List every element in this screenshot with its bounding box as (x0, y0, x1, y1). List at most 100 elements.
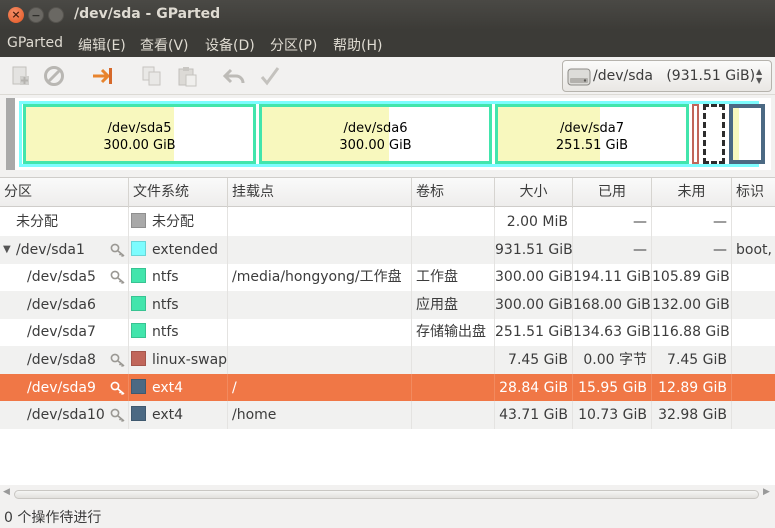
graphic-label-name-sda5: /dev/sda5 (107, 121, 172, 136)
table-row[interactable]: /dev/sda10 ext4/home 43.71 GiB 10.73 GiB 32.… (0, 401, 775, 430)
cell-mount: / (228, 373, 412, 402)
cell-fs: ext4 (129, 401, 228, 430)
partition-name: 未分配 (16, 214, 58, 230)
graphic-unallocated[interactable] (6, 98, 15, 170)
filesystem-name: ntfs (152, 324, 179, 341)
cell-partition: /dev/sda9 (0, 373, 129, 402)
cell-size: 931.51 GiB (495, 235, 573, 264)
delete-icon[interactable] (43, 65, 65, 87)
table-row[interactable]: /dev/sda5 ntfs/media/hongyong/工作盘 工作盘 300.0… (0, 263, 775, 292)
chevron-updown-icon: ▲ ▼ (756, 67, 763, 85)
hard-disk-icon (567, 68, 591, 86)
filesystem-name: ext4 (152, 379, 184, 396)
menu-gparted[interactable]: GParted (7, 35, 63, 51)
graphic-partition-sda7[interactable]: /dev/sda7 251.51 GiB (495, 104, 689, 164)
key-icon (110, 408, 125, 423)
cell-used: 134.63 GiB (573, 318, 652, 347)
table-row[interactable]: 未分配 未分配 2.00 MiB — — (0, 208, 775, 236)
key-icon (110, 270, 125, 285)
maximize-button[interactable] (48, 7, 64, 23)
table-row[interactable]: /dev/sda9 ext4 / 28.84 GiB 15.95 GiB 12.89 Gi… (0, 373, 775, 402)
menu-edit[interactable]: 编辑(E) (78, 35, 126, 55)
menu-device[interactable]: 设备(D) (205, 35, 255, 55)
resize-move-icon[interactable] (92, 65, 114, 87)
column-header-size[interactable]: 大小 (495, 178, 573, 208)
table-row[interactable]: /dev/sda7 ntfs 存储输出盘 251.51 GiB 134.63 GiB 11… (0, 318, 775, 347)
key-icon (110, 353, 125, 367)
cell-fs: extended (129, 235, 228, 264)
cell-label (412, 235, 495, 264)
new-icon[interactable] (9, 65, 31, 87)
undo-icon[interactable] (223, 65, 245, 87)
menu-view[interactable]: 查看(V) (140, 35, 189, 55)
scroll-right-icon[interactable]: ▶ (763, 487, 770, 497)
filesystem-color-swatch (131, 213, 146, 228)
cell-label: 工作盘 (412, 263, 495, 292)
cell-size: 7.45 GiB (495, 346, 573, 374)
column-header-label[interactable]: 卷标 (412, 178, 495, 208)
partition-name: /dev/sda5 (27, 269, 96, 286)
table-row[interactable]: /dev/sda8 linux-swap 7.45 GiB 0.00 字节 7.45 G… (0, 346, 775, 374)
device-selector-label: /dev/sda (931.51 GiB) (593, 68, 755, 84)
device-name: /dev/sda (593, 68, 653, 84)
partition-table: 分区 文件系统 挂载点 卷标 大小 已用 未用 标识 未分配 未分配 2.00 Mi… (0, 177, 775, 485)
used-space-fill-sda10 (733, 108, 739, 160)
filesystem-color-swatch (131, 268, 146, 284)
menu-partition[interactable]: 分区(P) (270, 35, 317, 55)
cell-used: 194.11 GiB (573, 263, 652, 292)
cell-used: 15.95 GiB (573, 373, 652, 402)
paste-icon[interactable] (176, 65, 198, 87)
graphic-partition-sda6[interactable]: /dev/sda6 300.00 GiB (259, 104, 492, 164)
status-text: 0 个操作待进行 (4, 510, 102, 526)
cell-label: 存储输出盘 (412, 318, 495, 347)
menu-help[interactable]: 帮助(H) (333, 35, 382, 55)
graphic-label-name-sda6: /dev/sda6 (343, 121, 408, 136)
scroll-left-icon[interactable]: ◀ (3, 487, 10, 497)
cell-fs: 未分配 (129, 208, 228, 236)
cell-size: 43.71 GiB (495, 401, 573, 430)
column-header-used[interactable]: 已用 (573, 178, 652, 208)
close-button[interactable]: × (8, 7, 24, 23)
scrollbar-thumb[interactable] (14, 490, 759, 499)
cell-size: 28.84 GiB (495, 373, 573, 402)
cell-partition: /dev/sda5 (0, 263, 129, 292)
filesystem-color-swatch (131, 323, 146, 339)
cell-label (412, 346, 495, 374)
graphic-partition-sda5[interactable]: /dev/sda5 300.00 GiB (23, 104, 256, 164)
expander-icon[interactable]: ▼ (3, 236, 11, 264)
column-header-flags[interactable]: 标识 (732, 178, 775, 208)
cell-mount: /home (228, 401, 412, 430)
cell-unused: — (652, 235, 732, 264)
minimize-button[interactable]: − (28, 7, 44, 23)
cell-unused: 105.89 GiB (652, 263, 732, 292)
graphic-partition-sda9[interactable] (703, 104, 725, 164)
cell-label (412, 373, 495, 402)
table-row[interactable]: ▼/dev/sda1 extended 931.51 GiB — — boot, (0, 235, 775, 264)
column-header-unused[interactable]: 未用 (652, 178, 732, 208)
horizontal-scrollbar[interactable]: ◀ ▶ (0, 487, 775, 501)
device-selector[interactable]: /dev/sda (931.51 GiB) ▲ ▼ (562, 60, 772, 92)
partition-name: /dev/sda6 (27, 296, 96, 313)
graphic-partition-sda10[interactable] (729, 104, 765, 164)
partition-name: /dev/sda10 (27, 407, 105, 424)
cell-size: 300.00 GiB (495, 290, 573, 319)
column-header-mountpoint[interactable]: 挂载点 (228, 178, 412, 208)
cell-used: — (573, 208, 652, 236)
cell-flags (732, 401, 775, 429)
partition-name: /dev/sda8 (27, 352, 96, 368)
column-header-filesystem[interactable]: 文件系统 (129, 178, 228, 208)
filesystem-name: ntfs (152, 296, 179, 313)
title-bar: × − /dev/sda - GParted (0, 0, 775, 30)
copy-icon[interactable] (141, 65, 163, 87)
device-size: (931.51 GiB) (666, 68, 756, 84)
cell-fs: ntfs (129, 290, 228, 319)
cell-label (412, 401, 495, 430)
table-row[interactable]: /dev/sda6 ntfs 应用盘 300.00 GiB 168.00 GiB 132.… (0, 290, 775, 319)
graphic-partition-sda8[interactable] (692, 104, 699, 164)
apply-icon[interactable] (259, 65, 281, 87)
column-header-partition[interactable]: 分区 (0, 178, 129, 208)
cell-size: 251.51 GiB (495, 318, 573, 347)
cell-unused: 7.45 GiB (652, 346, 732, 374)
cell-flags (732, 291, 775, 319)
filesystem-color-swatch (131, 378, 146, 394)
